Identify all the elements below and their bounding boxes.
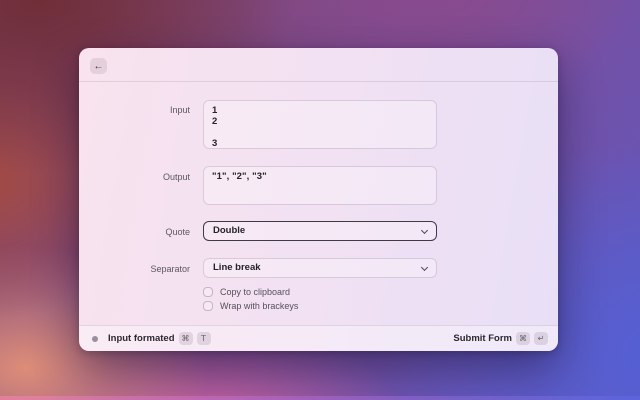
quote-row: Quote Double [79, 221, 558, 241]
quote-label: Quote [79, 221, 190, 237]
chevron-down-icon [421, 264, 428, 271]
separator-row: Separator Line break [79, 258, 558, 278]
separator-label: Separator [79, 258, 190, 274]
checkbox-label: Wrap with brackeys [220, 301, 298, 311]
input-label: Input [79, 100, 190, 115]
cmd-key-icon: ⌘ [516, 332, 530, 345]
submit-form-label: Submit Form [453, 333, 512, 344]
input-row: Input 1 2 3 [79, 100, 558, 149]
form-window: ← Input 1 2 3 Output "1", "2", "3" Quote… [79, 48, 558, 351]
output-label: Output [79, 166, 190, 182]
submit-form-button[interactable]: Submit Form ⌘ ↵ [453, 332, 548, 345]
action-bar: Input formated ⌘ T Submit Form ⌘ ↵ [79, 325, 558, 351]
input-textarea[interactable]: 1 2 3 [203, 100, 437, 149]
quote-select-value: Double [213, 225, 245, 236]
t-key-icon: T [197, 332, 211, 345]
window-header: ← [79, 48, 558, 82]
cmd-key-icon: ⌘ [179, 332, 193, 345]
chevron-down-icon [421, 226, 428, 233]
checkbox-label: Copy to clipboard [220, 287, 290, 297]
return-key-icon: ↵ [534, 332, 548, 345]
status-text: Input formated [108, 333, 175, 344]
separator-select-value: Line break [213, 262, 261, 273]
checkbox-icon[interactable] [203, 301, 213, 311]
checkbox-icon[interactable] [203, 287, 213, 297]
desktop-wallpaper: ← Input 1 2 3 Output "1", "2", "3" Quote… [0, 0, 640, 400]
output-row: Output "1", "2", "3" [79, 166, 558, 205]
separator-select[interactable]: Line break [203, 258, 437, 278]
wrap-with-brackets-checkbox-row[interactable]: Wrap with brackeys [203, 301, 298, 311]
output-textarea[interactable]: "1", "2", "3" [203, 166, 437, 205]
extension-dot-icon [92, 336, 98, 342]
back-button[interactable]: ← [90, 58, 107, 74]
quote-select[interactable]: Double [203, 221, 437, 241]
copy-to-clipboard-checkbox-row[interactable]: Copy to clipboard [203, 287, 290, 297]
status-group: Input formated ⌘ T [92, 332, 211, 345]
